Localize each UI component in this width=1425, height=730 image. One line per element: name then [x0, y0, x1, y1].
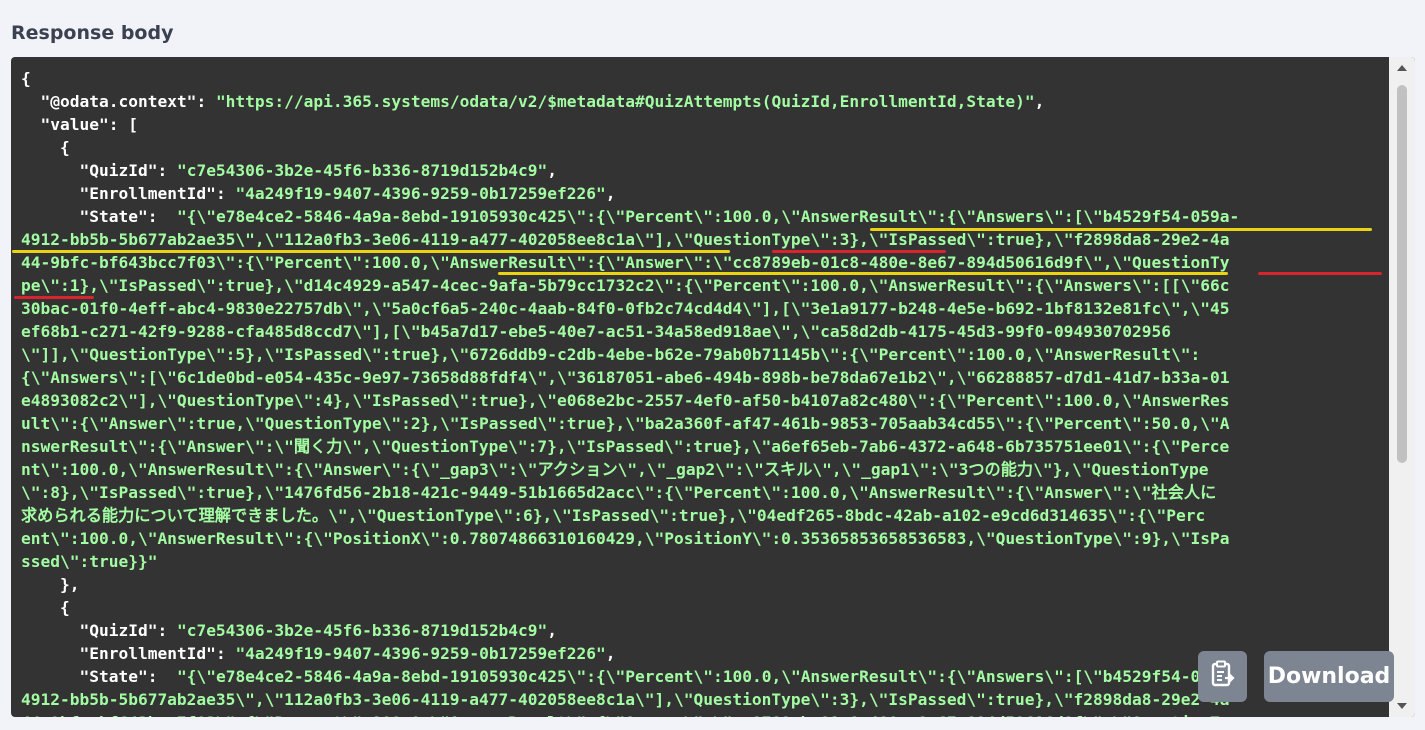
json-punctuation: ,	[547, 161, 558, 180]
code-line: "State": "{\"e78e4ce2-5846-4a9a-8ebd-191…	[21, 665, 1389, 688]
json-punctuation: :	[215, 644, 236, 663]
json-punctuation: {	[21, 138, 70, 157]
json-punctuation	[21, 92, 41, 111]
json-string: 4912-bb5b-5b677ab2ae35\",\"112a0fb3-3e06…	[21, 230, 1230, 249]
code-line: 44-9bfc-bf643bcc7f03\":{\"Percent\":100.…	[21, 251, 1389, 274]
clipboard-copy-icon	[1210, 660, 1236, 693]
json-string: ssed\":true}}"	[21, 552, 158, 571]
code-line: ent\":100.0,\"AnswerResult\":{\"Position…	[21, 527, 1389, 550]
json-key: "value"	[40, 115, 109, 134]
code-line: },	[21, 573, 1389, 596]
code-line: "EnrollmentId": "4a249f19-9407-4396-9259…	[21, 642, 1389, 665]
json-string: "{\"e78e4ce2-5846-4a9a-8ebd-19105930c425…	[167, 667, 1240, 686]
code-line: nt\":100.0,\"AnswerResult\":{\"Answer\":…	[21, 458, 1389, 481]
json-punctuation: : [	[108, 115, 138, 134]
json-string: ent\":100.0,\"AnswerResult\":{\"Position…	[21, 529, 1230, 548]
json-punctuation: ,	[605, 644, 616, 663]
json-string: 4912-bb5b-5b677ab2ae35\",\"112a0fb3-3e06…	[21, 690, 1230, 709]
code-line: {	[21, 136, 1389, 159]
json-punctuation: :	[215, 184, 236, 203]
json-key: "State"	[79, 667, 148, 686]
json-string: 44-9bfc-bf643bcc7f03\":{\"Percent\":100.…	[21, 253, 1230, 272]
code-line: "State": "{\"e78e4ce2-5846-4a9a-8ebd-191…	[21, 205, 1389, 228]
json-string: \"]],\"QuestionType\":5},\"IsPassed\":tr…	[21, 345, 1201, 364]
json-key: "State"	[79, 207, 148, 226]
json-punctuation	[21, 184, 79, 203]
json-string: 求められる能力について理解できました。\",\"QuestionType\":6…	[21, 506, 1206, 525]
code-line: \"]],\"QuestionType\":5},\"IsPassed\":tr…	[21, 343, 1389, 366]
code-line: 求められる能力について理解できました。\",\"QuestionType\":6…	[21, 504, 1389, 527]
json-string: "4a249f19-9407-4396-9259-0b17259ef226"	[235, 184, 606, 203]
download-button[interactable]: Download	[1264, 651, 1394, 702]
json-string: "c7e54306-3b2e-45f6-b336-8719d152b4c9"	[176, 621, 548, 640]
response-json-code[interactable]: { "@odata.context": "https://api.365.sys…	[21, 67, 1389, 717]
code-line: {	[21, 596, 1389, 619]
json-punctuation: :	[147, 667, 168, 686]
code-line: "EnrollmentId": "4a249f19-9407-4396-9259…	[21, 182, 1389, 205]
json-string: nswerResult\":{\"Answer\":\"聞く力\",\"Ques…	[21, 437, 1230, 456]
json-punctuation: :	[157, 621, 177, 640]
code-line: nswerResult\":{\"Answer\":\"聞く力\",\"Ques…	[21, 435, 1389, 458]
json-string: {\"Answers\":[\"6c1de0bd-e054-435c-9e97-…	[21, 368, 1230, 387]
json-string: \":8},\"IsPassed\":true},\"1476fd56-2b18…	[21, 483, 1217, 502]
json-key: "QuizId"	[79, 621, 158, 640]
json-punctuation: ,	[547, 621, 558, 640]
code-line: ssed\":true}}"	[21, 550, 1389, 573]
code-line: pe\":1},\"IsPassed\":true},\"d14c4929-a5…	[21, 274, 1389, 297]
json-string: ef68b1-c271-42f9-9288-cfa485d8ccd7\"],[\…	[21, 322, 1171, 341]
json-string: nt\":100.0,\"AnswerResult\":{\"Answer\":…	[21, 460, 1209, 479]
json-punctuation	[21, 667, 79, 686]
json-punctuation: },	[21, 575, 80, 594]
json-string: 30bac-01f0-4eff-abc4-9830e22757db\",\"5a…	[21, 299, 1230, 318]
json-string: e4893082c2\"],\"QuestionType\":4},\"IsPa…	[21, 391, 1230, 410]
code-line: "@odata.context": "https://api.365.syste…	[21, 90, 1389, 113]
code-line: 4912-bb5b-5b677ab2ae35\",\"112a0fb3-3e06…	[21, 228, 1389, 251]
json-string: pe\":1},\"IsPassed\":true},\"d14c4929-a5…	[21, 276, 1230, 295]
vertical-scrollbar[interactable]	[1389, 57, 1415, 717]
scroll-down-icon[interactable]	[1397, 703, 1407, 709]
json-punctuation: {	[21, 69, 31, 88]
code-line: "value": [	[21, 113, 1389, 136]
copy-to-clipboard-button[interactable]	[1198, 651, 1247, 702]
json-punctuation: ,	[605, 184, 616, 203]
json-string: "{\"e78e4ce2-5846-4a9a-8ebd-19105930c425…	[167, 207, 1240, 226]
json-string: "c7e54306-3b2e-45f6-b336-8719d152b4c9"	[176, 161, 548, 180]
json-key: "QuizId"	[79, 161, 158, 180]
code-line: ef68b1-c271-42f9-9288-cfa485d8ccd7\"],[\…	[21, 320, 1389, 343]
code-line: 30bac-01f0-4eff-abc4-9830e22757db\",\"5a…	[21, 297, 1389, 320]
code-line: e4893082c2\"],\"QuestionType\":4},\"IsPa…	[21, 389, 1389, 412]
code-line: "QuizId": "c7e54306-3b2e-45f6-b336-8719d…	[21, 159, 1389, 182]
code-line: 4912-bb5b-5b677ab2ae35\",\"112a0fb3-3e06…	[21, 688, 1389, 711]
response-body-panel[interactable]: { "@odata.context": "https://api.365.sys…	[11, 57, 1415, 717]
json-string: 44-9bfc-bf643bcc7f03\":{\"Percent\":100.…	[21, 713, 1229, 717]
response-body-title: Response body	[11, 22, 174, 44]
json-punctuation: ,	[1034, 92, 1045, 111]
json-punctuation: :	[147, 207, 168, 226]
json-key: "EnrollmentId"	[79, 184, 216, 203]
scroll-up-icon[interactable]	[1397, 65, 1407, 71]
json-key: "@odata.context"	[40, 92, 197, 111]
code-line: "QuizId": "c7e54306-3b2e-45f6-b336-8719d…	[21, 619, 1389, 642]
scroll-thumb[interactable]	[1397, 85, 1407, 463]
json-punctuation	[21, 161, 79, 180]
json-punctuation	[21, 644, 79, 663]
json-punctuation	[21, 621, 79, 640]
json-punctuation	[21, 207, 79, 226]
code-line: 44-9bfc-bf643bcc7f03\":{\"Percent\":100.…	[21, 711, 1389, 717]
json-punctuation: :	[157, 161, 177, 180]
json-punctuation: {	[21, 598, 70, 617]
json-key: "EnrollmentId"	[79, 644, 216, 663]
code-line: {	[21, 67, 1389, 90]
code-line: ult\":{\"Answer\":true,\"QuestionType\":…	[21, 412, 1389, 435]
code-line: \":8},\"IsPassed\":true},\"1476fd56-2b18…	[21, 481, 1389, 504]
json-punctuation: :	[196, 92, 216, 111]
json-string: "https://api.365.systems/odata/v2/$metad…	[215, 92, 1035, 111]
json-string: ult\":{\"Answer\":true,\"QuestionType\":…	[21, 414, 1230, 433]
json-string: "4a249f19-9407-4396-9259-0b17259ef226"	[235, 644, 606, 663]
json-punctuation	[21, 115, 41, 134]
code-line: {\"Answers\":[\"6c1de0bd-e054-435c-9e97-…	[21, 366, 1389, 389]
